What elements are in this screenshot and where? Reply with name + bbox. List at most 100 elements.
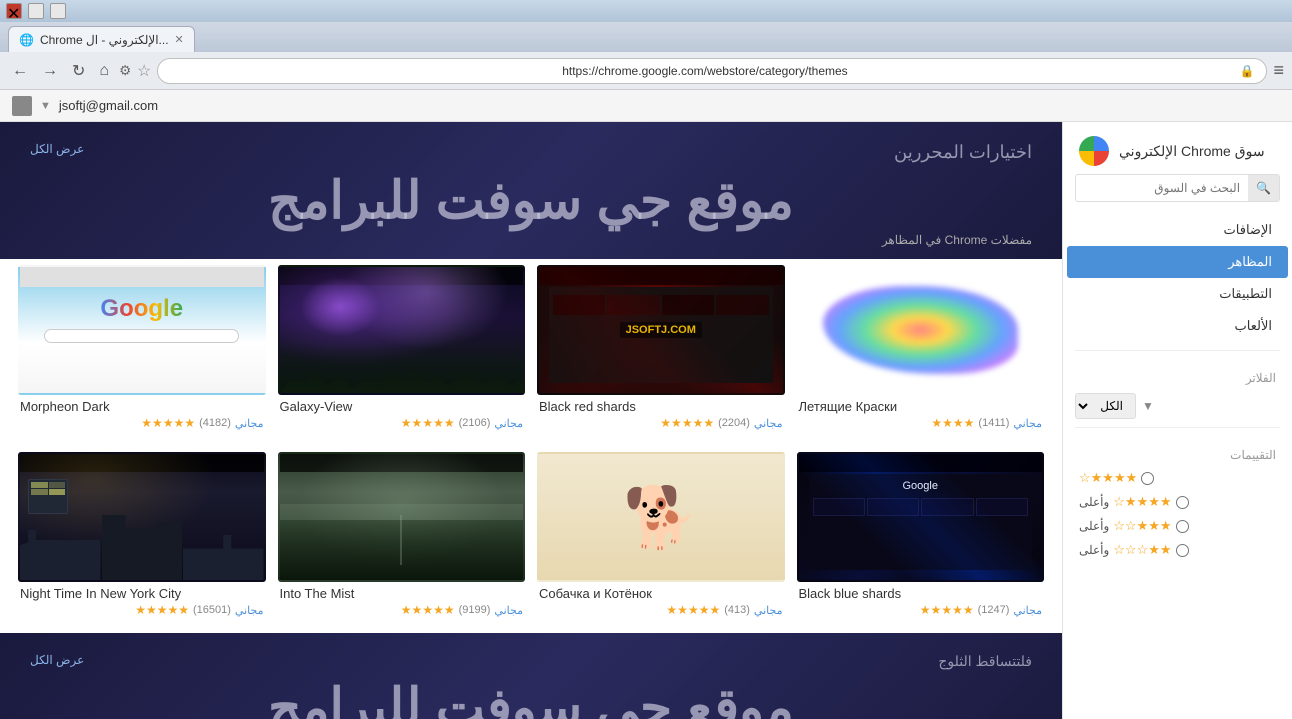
theme-meta: مجاني (16501) ★★★★★ bbox=[20, 603, 264, 617]
browser-menu-button[interactable]: ≡ bbox=[1273, 60, 1284, 81]
theme-card-morpheon[interactable]: Google Morpheon Dark مجاني (4182) ★★★★★ bbox=[18, 265, 266, 432]
search-button[interactable]: 🔍 bbox=[1248, 175, 1279, 201]
star-rating: ★★★★★ bbox=[666, 603, 720, 617]
rating-filter-2plus: ★★☆☆☆ وأعلى bbox=[1063, 538, 1292, 562]
rating-filter-3plus: ★★★☆☆ وأعلى bbox=[1063, 514, 1292, 538]
theme-name: Night Time In New York City bbox=[20, 586, 264, 601]
sidebar-item-extensions[interactable]: الإضافات bbox=[1067, 214, 1288, 246]
theme-thumbnail-nyc bbox=[18, 452, 266, 582]
settings-icon-button[interactable]: ⚙ bbox=[119, 63, 131, 79]
star-rating: ★★★★★ bbox=[401, 603, 455, 617]
rating-stars-3plus: ★★★☆☆ bbox=[1113, 518, 1171, 534]
theme-free-label: مجاني bbox=[1013, 417, 1042, 430]
navigation-bar: ← → ↻ ⌂ ⚙ ☆ https://chrome.google.com/we… bbox=[0, 52, 1292, 90]
banner-section-2: فلتتساقط الثلوج عرض الكل موقع جي سوفت لل… bbox=[0, 633, 1062, 719]
theme-card-nyc[interactable]: Night Time In New York City مجاني (16501… bbox=[18, 452, 266, 619]
rating-stars-4plus: ★★★★☆ bbox=[1113, 494, 1171, 510]
theme-card-letya[interactable]: Летящие Краски مجاني (1411) ★★★★ bbox=[797, 265, 1045, 432]
search-box: 🔍 bbox=[1075, 174, 1280, 202]
theme-meta: مجاني (4182) ★★★★★ bbox=[20, 416, 264, 430]
rating-label-4plus: وأعلى bbox=[1079, 495, 1109, 509]
color-smoke bbox=[823, 286, 1018, 374]
window-titlebar: ✕ bbox=[0, 0, 1292, 22]
theme-free-label: مجاني bbox=[235, 417, 264, 430]
theme-name: Morpheon Dark bbox=[20, 399, 264, 414]
theme-count: (1247) bbox=[978, 604, 1010, 616]
star-rating: ★★★★★ bbox=[141, 416, 195, 430]
theme-free-label: مجاني bbox=[494, 604, 523, 617]
theme-free-label: مجاني bbox=[235, 604, 264, 617]
theme-info-blackblue: Black blue shards مجاني (1247) ★★★★★ bbox=[797, 582, 1045, 619]
theme-info-blackred: Black red shards مجاني (2204) ★★★★★ bbox=[537, 395, 785, 432]
close-button[interactable]: ✕ bbox=[6, 3, 22, 19]
rating-radio-4plus[interactable] bbox=[1176, 496, 1189, 509]
content-area: اختيارات المحررين عرض الكل موقع جي سوفت … bbox=[0, 122, 1062, 719]
theme-meta: مجاني (1411) ★★★★ bbox=[799, 416, 1043, 430]
browser-tab[interactable]: 🌐 Chrome الإلكتروني - ال... ✕ bbox=[8, 26, 195, 52]
rating-radio-4[interactable] bbox=[1141, 472, 1154, 485]
tab-favicon: 🌐 bbox=[19, 33, 34, 47]
sidebar-title: سوق Chrome الإلكتروني bbox=[1119, 143, 1265, 160]
tab-close-button[interactable]: ✕ bbox=[175, 33, 184, 46]
filter-select[interactable]: الكل bbox=[1075, 393, 1136, 419]
theme-count: (1411) bbox=[978, 417, 1009, 429]
sidebar-item-games[interactable]: الألعاب bbox=[1067, 310, 1288, 342]
star-rating: ★★★★★ bbox=[920, 603, 974, 617]
rating-filter-4plus: ★★★★☆ وأعلى bbox=[1063, 490, 1292, 514]
theme-meta: مجاني (1247) ★★★★★ bbox=[799, 603, 1043, 617]
rating-radio-3plus[interactable] bbox=[1176, 520, 1189, 533]
banner2-title: موقع جي سوفت للبرامج bbox=[30, 678, 1032, 719]
themes-grid-row1: Google Morpheon Dark مجاني (4182) ★★★★★ bbox=[0, 259, 1062, 446]
theme-free-label: مجاني bbox=[754, 604, 783, 617]
theme-info-galaxy: Galaxy-View مجاني (2106) ★★★★★ bbox=[278, 395, 526, 432]
theme-name: Собачка и Котёнок bbox=[539, 586, 783, 601]
address-bar[interactable]: https://chrome.google.com/webstore/categ… bbox=[157, 58, 1267, 84]
theme-count: (4182) bbox=[199, 417, 231, 429]
forward-button[interactable]: → bbox=[38, 58, 62, 84]
rating-stars-2plus: ★★☆☆☆ bbox=[1113, 542, 1171, 558]
theme-info-morpheon: Morpheon Dark مجاني (4182) ★★★★★ bbox=[18, 395, 266, 432]
ratings-section-label: التقييمات bbox=[1063, 436, 1292, 466]
themes-grid-row2: Night Time In New York City مجاني (16501… bbox=[0, 446, 1062, 633]
lock-icon: 🔒 bbox=[1240, 64, 1255, 78]
banner2-show-all[interactable]: عرض الكل bbox=[30, 653, 84, 667]
banner2-subtitle: فلتتساقط الثلوج bbox=[938, 653, 1032, 670]
star-rating: ★★★★ bbox=[931, 416, 974, 430]
theme-card-dog[interactable]: 🐕 Собачка и Котёнок مجاني (413) ★★★★★ bbox=[537, 452, 785, 619]
bookmark-icon[interactable]: ☆ bbox=[137, 61, 151, 81]
theme-info-letya: Летящие Краски مجاني (1411) ★★★★ bbox=[797, 395, 1045, 432]
theme-info-mist: Into The Mist مجاني (9199) ★★★★★ bbox=[278, 582, 526, 619]
rating-label-2plus: وأعلى bbox=[1079, 543, 1109, 557]
theme-thumbnail-letya bbox=[797, 265, 1045, 395]
banner1-title: موقع جي سوفت للبرامج bbox=[30, 171, 1032, 231]
theme-card-blackred[interactable]: JSOFTJ.COM Black red shards مجاني (2204)… bbox=[537, 265, 785, 432]
chrome-logo bbox=[1079, 136, 1109, 166]
watermark: JSOFTJ.COM bbox=[620, 322, 702, 338]
theme-card-mist[interactable]: Into The Mist مجاني (9199) ★★★★★ bbox=[278, 452, 526, 619]
dropdown-arrow-icon: ▼ bbox=[1142, 399, 1154, 413]
theme-thumbnail-dog: 🐕 bbox=[537, 452, 785, 582]
theme-card-galaxy[interactable]: Galaxy-View مجاني (2106) ★★★★★ bbox=[278, 265, 526, 432]
star-rating: ★★★★★ bbox=[660, 416, 714, 430]
theme-card-blackblue[interactable]: Google Black blue shards bbox=[797, 452, 1045, 619]
banner1-show-all[interactable]: عرض الكل bbox=[30, 142, 84, 156]
theme-thumbnail-morpheon: Google bbox=[18, 265, 266, 395]
maximize-button[interactable] bbox=[28, 3, 44, 19]
filter-dropdown[interactable]: ▼ الكل bbox=[1075, 393, 1280, 419]
rating-radio-2plus[interactable] bbox=[1176, 544, 1189, 557]
banner1-desc: مفضلات Chrome في المظاهر bbox=[30, 231, 1032, 249]
search-input[interactable] bbox=[1076, 175, 1248, 201]
refresh-button[interactable]: ↻ bbox=[68, 57, 89, 85]
theme-count: (2106) bbox=[459, 417, 491, 429]
rating-filter-4: ★★★★☆ bbox=[1063, 466, 1292, 490]
theme-thumbnail-blackred: JSOFTJ.COM bbox=[537, 265, 785, 395]
back-button[interactable]: ← bbox=[8, 58, 32, 84]
theme-count: (2204) bbox=[718, 417, 750, 429]
theme-thumbnail-blackblue: Google bbox=[797, 452, 1045, 582]
theme-count: (413) bbox=[724, 604, 750, 616]
google-logo-mini: Google bbox=[100, 295, 183, 323]
sidebar-item-apps[interactable]: التطبيقات bbox=[1067, 278, 1288, 310]
sidebar-item-themes[interactable]: المظاهر bbox=[1067, 246, 1288, 278]
minimize-button[interactable] bbox=[50, 3, 66, 19]
home-button[interactable]: ⌂ bbox=[95, 58, 113, 84]
